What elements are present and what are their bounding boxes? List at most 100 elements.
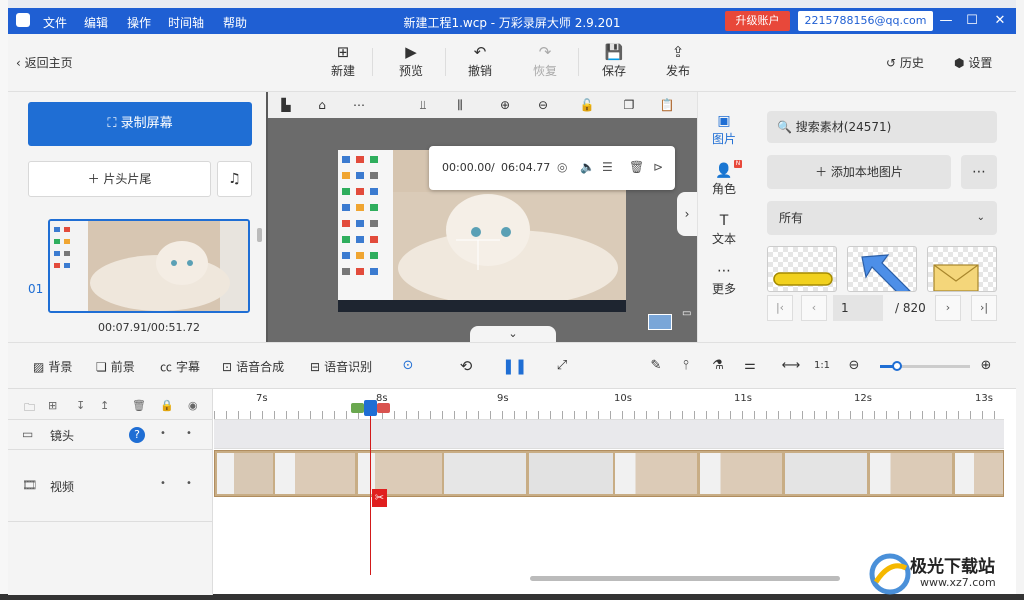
back-home-button[interactable]: ‹ 返回主页	[16, 54, 73, 71]
intro-outro-button[interactable]: ＋ 片头片尾	[28, 161, 211, 197]
minimize-icon[interactable]: —	[936, 11, 956, 31]
mini-preview-icon[interactable]	[648, 314, 672, 330]
foreground-button[interactable]: ❏ 前景	[96, 358, 135, 375]
track-option-dot-icon[interactable]: •	[186, 478, 192, 489]
scrollbar[interactable]	[257, 228, 262, 242]
music-button[interactable]: ♫	[217, 161, 252, 197]
menu-file[interactable]: 文件	[43, 14, 67, 31]
volume-icon[interactable]: 🔈	[580, 160, 595, 174]
more-circle-icon[interactable]: ⊙	[398, 356, 418, 376]
background-button[interactable]: ▨ 背景	[33, 358, 72, 375]
lock-icon[interactable]: 🔒	[160, 399, 174, 412]
lock-icon[interactable]: 🔓	[578, 96, 596, 114]
folder-add-icon[interactable]: 🗀	[24, 399, 35, 418]
delete-track-icon[interactable]: 🗑	[132, 399, 146, 412]
subtitle-button[interactable]: ㏄字幕	[160, 358, 200, 375]
menu-edit[interactable]: 编辑	[84, 14, 108, 31]
range-start-handle[interactable]	[351, 403, 364, 413]
menu-help[interactable]: 帮助	[223, 14, 247, 31]
playhead-line[interactable]	[370, 401, 371, 575]
actual-size-icon[interactable]: 1:1	[812, 356, 832, 376]
add-track-icon[interactable]: ⊞	[48, 399, 57, 412]
zoom-in-icon[interactable]: ⊕	[496, 96, 514, 114]
settings-button[interactable]: ⬢ 设置	[954, 54, 992, 71]
menu-timeline[interactable]: 时间轴	[168, 14, 204, 31]
preview-button[interactable]: ▶ 预览	[386, 42, 436, 79]
next-circle-icon[interactable]: ⊳	[653, 160, 663, 174]
video-track-lane[interactable]	[214, 449, 1004, 520]
clip-thumbnail[interactable]	[48, 219, 250, 313]
last-page-button[interactable]: ›|	[971, 295, 997, 321]
redo-button[interactable]: ↷ 恢复	[520, 42, 570, 79]
history-button[interactable]: ↺ 历史	[886, 54, 924, 71]
paste-icon[interactable]: 📋	[658, 96, 676, 114]
page-number-input[interactable]: 1	[833, 295, 883, 321]
video-clip[interactable]	[214, 450, 1004, 497]
filter-icon[interactable]: ⚗	[708, 356, 728, 376]
undo-button[interactable]: ↶ 撤销	[455, 42, 505, 79]
track-video[interactable]: 🎞 视频 • •	[8, 449, 213, 521]
distribute-icon[interactable]: ⫼	[451, 96, 469, 114]
collapse-right-button[interactable]: ›	[677, 192, 697, 236]
tab-image[interactable]: ▣ 图片	[698, 112, 750, 147]
publish-button[interactable]: ⇪ 发布	[653, 42, 703, 79]
asset-search-input[interactable]: 🔍 搜索素材(24571)	[767, 111, 997, 143]
more-options-button[interactable]: ⋯	[961, 155, 997, 189]
adjust-icon[interactable]: ⚌	[740, 356, 760, 376]
add-local-image-button[interactable]: ＋ 添加本地图片	[767, 155, 951, 189]
asset-yellow-bar[interactable]	[767, 246, 837, 292]
account-email[interactable]: 2215788156@qq.com	[798, 11, 933, 31]
new-button[interactable]: ⊞ 新建	[318, 42, 368, 79]
replay-icon[interactable]: ⟲	[456, 356, 476, 376]
timeline-scrollbar[interactable]	[530, 576, 840, 581]
window-small-icon[interactable]: ▭	[682, 308, 691, 319]
scissors-icon[interactable]: ✂	[372, 489, 387, 507]
align-bottom-icon[interactable]: ⫫	[414, 96, 432, 114]
track-option-dot-icon[interactable]: •	[186, 428, 192, 439]
move-down-icon[interactable]: ↧	[76, 399, 85, 412]
copy-icon[interactable]: ❐	[620, 96, 638, 114]
sort-icon[interactable]: ☰	[602, 160, 613, 174]
upgrade-account-button[interactable]: 升级账户	[725, 11, 790, 31]
camera-track-lane[interactable]	[214, 419, 1004, 449]
asr-button[interactable]: ⊟ 语音识别	[310, 358, 372, 375]
fullscreen-icon[interactable]: ⤢	[552, 356, 572, 376]
maximize-icon[interactable]: ☐	[962, 11, 982, 31]
next-page-button[interactable]: ›	[935, 295, 961, 321]
time-ruler[interactable]: 7s 8s 9s 10s 11s 12s 13s	[214, 389, 1004, 419]
align-left-icon[interactable]: ▙	[277, 96, 295, 114]
record-screen-button[interactable]: ⛶ 录制屏幕	[28, 102, 252, 146]
zoom-out-icon[interactable]: ⊖	[844, 356, 864, 376]
tab-text[interactable]: T 文本	[698, 212, 750, 247]
zoom-slider[interactable]	[880, 361, 970, 371]
eye-icon[interactable]: ◉	[188, 399, 198, 412]
save-button[interactable]: 💾 保存	[589, 42, 639, 79]
track-option-dot-icon[interactable]: •	[160, 428, 166, 439]
zoom-out-icon[interactable]: ⊖	[534, 96, 552, 114]
edit-icon[interactable]: ✎	[646, 356, 666, 376]
asset-blue-arrow[interactable]	[847, 246, 917, 292]
pause-icon[interactable]: ❚❚	[502, 356, 527, 376]
tab-more[interactable]: ⋯ 更多	[698, 262, 750, 297]
more-icon[interactable]: ⋯	[350, 96, 368, 114]
eye-icon[interactable]: ◎	[557, 160, 567, 174]
first-page-button[interactable]: |‹	[767, 295, 793, 321]
menu-operate[interactable]: 操作	[127, 14, 151, 31]
collapse-preview-button[interactable]: ⌄	[470, 326, 556, 342]
track-option-dot-icon[interactable]: •	[160, 478, 166, 489]
prev-page-button[interactable]: ‹	[801, 295, 827, 321]
tab-character[interactable]: 👤 N 角色	[698, 160, 750, 197]
range-end-handle[interactable]	[377, 403, 390, 413]
help-icon[interactable]: ?	[129, 427, 145, 443]
playhead-handle[interactable]	[364, 400, 377, 416]
close-icon[interactable]: ✕	[990, 11, 1010, 31]
split-icon[interactable]: ⫯	[676, 356, 696, 376]
asset-envelope[interactable]	[927, 246, 997, 292]
move-up-icon[interactable]: ↥	[100, 399, 109, 412]
tts-button[interactable]: ⊡ 语音合成	[222, 358, 284, 375]
fit-width-icon[interactable]: ⟷	[781, 356, 801, 376]
zoom-in-icon[interactable]: ⊕	[976, 356, 996, 376]
home-icon[interactable]: ⌂	[313, 96, 331, 114]
track-camera[interactable]: ▭ 镜头 ? • •	[8, 419, 213, 449]
trash-icon[interactable]: 🗑	[629, 160, 644, 174]
